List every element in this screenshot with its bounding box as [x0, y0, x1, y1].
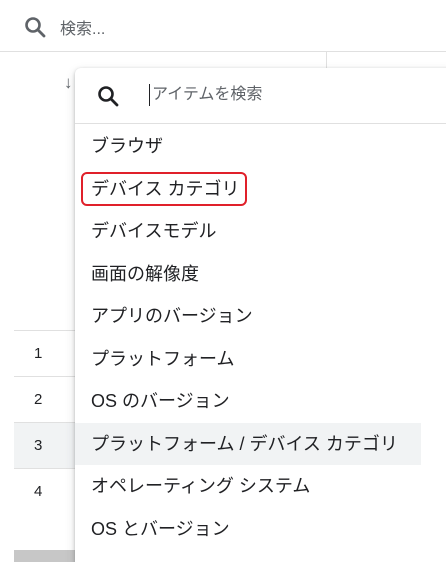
- dropdown-item[interactable]: プラットフォーム: [75, 338, 446, 381]
- dropdown-item[interactable]: ブラウザ: [75, 125, 446, 168]
- top-search-placeholder: 検索...: [60, 21, 106, 38]
- dropdown-item-label: アプリのバージョン: [91, 306, 253, 326]
- page: 検索... ↓ 1 2 3 4 アイテムを検索 ブラウザ デバイス カテゴリ デ…: [0, 0, 446, 562]
- row-index: 3: [34, 437, 43, 454]
- dropdown-item[interactable]: 画面の解像度: [75, 253, 446, 296]
- dropdown-item-label: OS とバージョン: [91, 518, 230, 539]
- dropdown-item-label: デバイス カテゴリ: [91, 178, 240, 199]
- dropdown-item[interactable]: デバイスモデル: [75, 210, 446, 253]
- dropdown-search[interactable]: アイテムを検索: [75, 68, 446, 124]
- dropdown-item-selected[interactable]: デバイス カテゴリ: [75, 168, 446, 211]
- dropdown-item-label: プラットフォーム / デバイス カテゴリ: [91, 433, 398, 454]
- dropdown-item[interactable]: アプリのバージョン: [75, 295, 446, 338]
- dropdown-list: ブラウザ デバイス カテゴリ デバイスモデル 画面の解像度 アプリのバージョン …: [75, 125, 446, 550]
- dropdown-item-label: デバイスモデル: [91, 221, 217, 241]
- row-index: 1: [34, 345, 43, 362]
- dropdown-item[interactable]: OS のバージョン: [75, 380, 446, 423]
- dimension-dropdown: アイテムを検索 ブラウザ デバイス カテゴリ デバイスモデル 画面の解像度 アプ…: [75, 68, 446, 562]
- arrow-down-icon[interactable]: ↓: [64, 73, 73, 93]
- row-index: 2: [34, 391, 43, 408]
- dropdown-item-label: OS のバージョン: [91, 391, 230, 411]
- top-search-bar[interactable]: 検索...: [0, 0, 446, 52]
- dropdown-item-label: プラットフォーム: [91, 348, 235, 369]
- dropdown-item-label: オペレーティング システム: [91, 476, 311, 496]
- dropdown-search-input[interactable]: アイテムを検索: [149, 84, 262, 106]
- dropdown-item[interactable]: OS とバージョン: [75, 508, 446, 551]
- dropdown-item[interactable]: オペレーティング システム: [75, 465, 446, 508]
- search-icon: [97, 85, 119, 107]
- search-icon: [24, 16, 46, 38]
- dropdown-item-label: 画面の解像度: [91, 263, 199, 284]
- dropdown-item-label: ブラウザ: [91, 136, 163, 156]
- row-index: 4: [34, 483, 43, 500]
- dropdown-item-hovered[interactable]: プラットフォーム / デバイス カテゴリ: [75, 422, 421, 465]
- horizontal-scrollbar[interactable]: [14, 550, 84, 562]
